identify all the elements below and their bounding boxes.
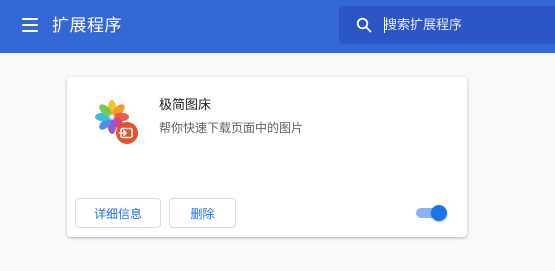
- search-box[interactable]: [339, 6, 555, 44]
- search-icon[interactable]: [356, 17, 372, 33]
- details-button[interactable]: 详细信息: [75, 198, 161, 228]
- extension-name: 极简图床: [159, 98, 212, 113]
- toolbar: 扩展程序: [0, 0, 555, 53]
- search-input[interactable]: [384, 14, 549, 36]
- extension-card: 极简图床 帮你快速下载页面中的图片 详细信息 删除: [67, 77, 467, 237]
- photos-flower-icon: [95, 100, 138, 144]
- remove-button[interactable]: 删除: [169, 198, 236, 228]
- text-cursor: [384, 17, 385, 33]
- enable-toggle[interactable]: [416, 205, 447, 221]
- page-title: 扩展程序: [52, 16, 122, 36]
- toggle-knob: [431, 205, 447, 221]
- extension-description: 帮你快速下载页面中的图片: [159, 121, 304, 135]
- menu-icon[interactable]: [22, 18, 38, 32]
